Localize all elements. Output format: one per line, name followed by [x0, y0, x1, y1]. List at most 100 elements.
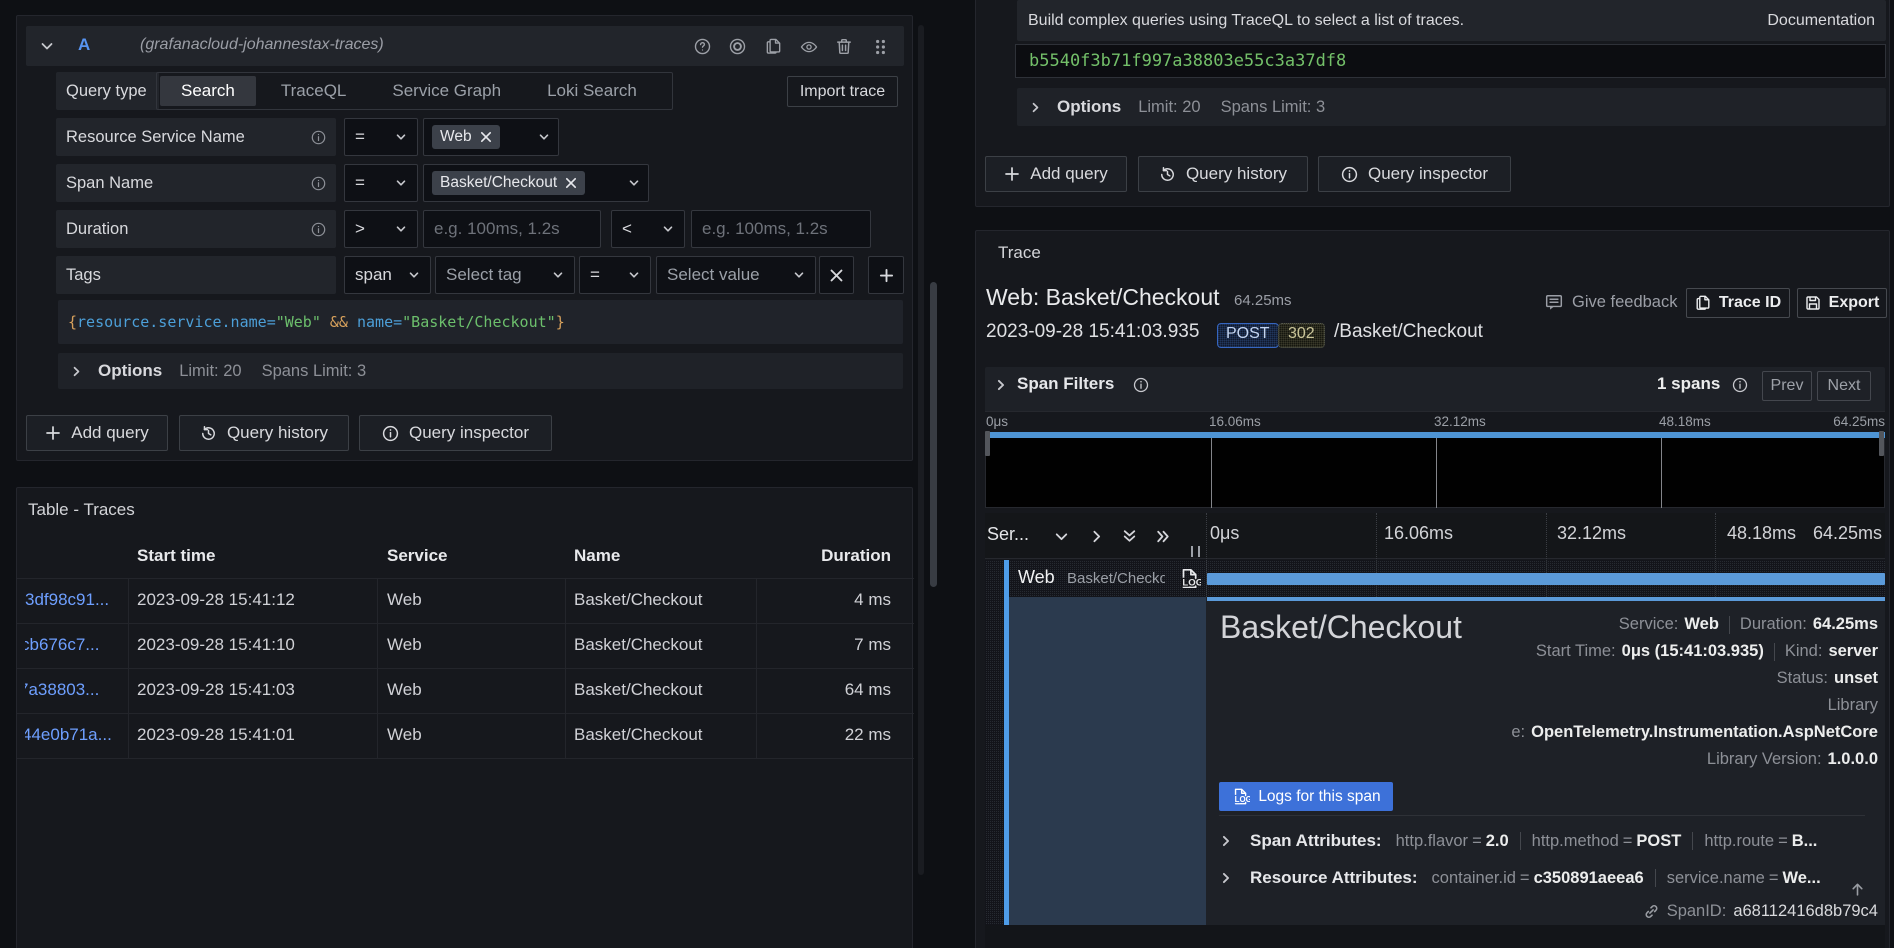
add-query-button[interactable]: Add query — [985, 156, 1127, 192]
query-inspector-button[interactable]: Query inspector — [1318, 156, 1511, 192]
give-feedback-link[interactable]: Give feedback — [1545, 293, 1677, 312]
duration-max-input[interactable]: e.g. 100ms, 1.2s — [691, 210, 871, 248]
remove-value-icon[interactable] — [565, 177, 577, 189]
plus-icon — [1004, 166, 1020, 182]
tab-service-graph[interactable]: Service Graph — [371, 76, 522, 106]
info-icon[interactable] — [1732, 377, 1748, 393]
query-ref-id[interactable]: A — [78, 35, 90, 55]
tag-op-select[interactable]: = — [579, 256, 651, 294]
trace-id-button[interactable]: Trace ID — [1686, 288, 1790, 318]
left-pane-scrollbar-track[interactable] — [918, 25, 924, 875]
table-row[interactable]: 44e0b71a... 2023-09-28 15:41:01 Web Bask… — [17, 714, 914, 759]
tag-value-select[interactable]: Select value — [656, 256, 816, 294]
span-attributes-row[interactable]: Span Attributes: http.flavor=2.0 http.me… — [1219, 829, 1877, 853]
table-row[interactable]: cb676c7... 2023-09-28 15:41:10 Web Baske… — [17, 624, 914, 669]
minimap-left-handle[interactable] — [985, 431, 990, 456]
table-row[interactable]: 7a38803... 2023-09-28 15:41:03 Web Baske… — [17, 669, 914, 714]
chevron-right-icon — [1219, 834, 1233, 848]
timeline-minimap[interactable]: 0μs 16.06ms 32.12ms 48.18ms 64.25ms — [985, 412, 1885, 509]
chevron-down-icon[interactable] — [1053, 528, 1070, 545]
help-icon[interactable] — [694, 38, 711, 55]
cell-name: Basket/Checkout — [574, 725, 703, 745]
span-logs-icon[interactable]: LOG — [1178, 567, 1201, 590]
span-row[interactable]: Web Basket/Checkout LOG — [985, 560, 1885, 597]
span-filters-bar[interactable]: Span Filters 1 spans Prev Next — [985, 367, 1885, 411]
service-operation-column-header[interactable]: Ser... — [987, 524, 1029, 545]
cell-name: Basket/Checkout — [574, 635, 703, 655]
trace-id-link[interactable]: cb676c7... — [25, 635, 128, 655]
span-name-value-select[interactable]: Basket/Checkout — [423, 164, 649, 202]
minimap-canvas[interactable] — [985, 438, 1885, 508]
export-button[interactable]: Export — [1797, 288, 1887, 318]
value-pill[interactable]: Web — [432, 125, 500, 149]
tag-scope-select[interactable]: span — [344, 256, 431, 294]
import-trace-button[interactable]: Import trace — [787, 76, 898, 107]
query-history-button[interactable]: Query history — [179, 415, 349, 451]
overview-value: server — [1828, 642, 1878, 661]
prev-span-button[interactable]: Prev — [1762, 371, 1812, 401]
trace-panel-title[interactable]: Trace — [998, 243, 1041, 263]
drag-query-grip-icon[interactable] — [872, 38, 889, 56]
scroll-to-top-icon[interactable] — [1850, 882, 1865, 897]
traceql-editor-value[interactable]: b5540f3b71f997a38803e55c3a37df8 — [1029, 51, 1346, 71]
info-icon[interactable] — [311, 176, 326, 191]
minimap-right-handle[interactable] — [1879, 431, 1884, 456]
hide-response-eye-icon[interactable] — [800, 39, 818, 55]
remove-value-icon[interactable] — [480, 131, 492, 143]
duration-gt-op-select[interactable]: > — [344, 210, 418, 248]
tab-traceql[interactable]: TraceQL — [260, 76, 368, 106]
trace-heading: Web: Basket/Checkout — [986, 284, 1220, 311]
logs-for-span-button[interactable]: LOG Logs for this span — [1219, 782, 1393, 811]
query-inspector-button[interactable]: Query inspector — [359, 415, 552, 451]
tab-search[interactable]: Search — [160, 76, 256, 106]
options-collapse[interactable]: Options Limit: 20 Spans Limit: 3 — [58, 353, 903, 389]
resource-service-op-select[interactable]: = — [344, 118, 418, 156]
info-icon[interactable] — [311, 222, 326, 237]
query-history-button[interactable]: Query history — [1138, 156, 1308, 192]
span-duration-bar[interactable] — [1207, 573, 1885, 585]
expand-all-icon[interactable] — [1155, 528, 1172, 545]
link-icon[interactable] — [1643, 903, 1660, 920]
column-header-name[interactable]: Name — [574, 546, 620, 566]
overview-line: Library Version: 1.0.0.0 — [1398, 746, 1878, 773]
collapse-all-icon[interactable] — [1121, 528, 1138, 545]
collapse-chevron-icon[interactable] — [39, 38, 55, 54]
resource-attributes-row[interactable]: Resource Attributes: container.id=c35089… — [1219, 866, 1877, 890]
add-tag-button[interactable] — [868, 256, 904, 294]
column-header-start-time[interactable]: Start time — [137, 546, 215, 566]
record-circle-icon[interactable] — [729, 38, 746, 55]
column-header-service[interactable]: Service — [387, 546, 448, 566]
resource-service-value-select[interactable]: Web — [423, 118, 559, 156]
items-k-text: service.name — [1667, 869, 1765, 887]
info-icon[interactable] — [311, 130, 326, 145]
span-name-op-select[interactable]: = — [344, 164, 418, 202]
copy-query-icon[interactable] — [765, 38, 782, 55]
add-query-button[interactable]: Add query — [26, 415, 168, 451]
tag-name-select[interactable]: Select tag — [435, 256, 575, 294]
info-icon[interactable] — [1133, 377, 1149, 393]
attribute-item: http.flavor=2.0 — [1396, 832, 1509, 851]
documentation-link[interactable]: Documentation — [1767, 12, 1875, 30]
remove-query-trash-icon[interactable] — [836, 38, 852, 55]
pane-resize-handle[interactable] — [930, 282, 937, 587]
detail-span-bar-mini — [1207, 597, 1885, 601]
table-row[interactable]: 3df98c91... 2023-09-28 15:41:12 Web Bask… — [17, 579, 914, 624]
trace-id-link[interactable]: 3df98c91... — [25, 590, 128, 610]
grid-line — [1715, 513, 1716, 559]
query-header[interactable]: A (grafanacloud-johannestax-traces) — [26, 26, 904, 66]
duration-lt-op-select[interactable]: < — [611, 210, 685, 248]
value-pill[interactable]: Basket/Checkout — [432, 171, 585, 195]
traceql-editor[interactable]: b5540f3b71f997a38803e55c3a37df8 — [1015, 44, 1886, 78]
column-header-duration[interactable]: Duration — [757, 546, 891, 566]
tab-loki-search[interactable]: Loki Search — [526, 76, 658, 106]
duration-min-input[interactable]: e.g. 100ms, 1.2s — [423, 210, 601, 248]
options-collapse[interactable]: Options Limit: 20 Spans Limit: 3 — [1017, 88, 1886, 126]
trace-id-link[interactable]: 44e0b71a... — [25, 725, 128, 745]
next-span-button[interactable]: Next — [1817, 371, 1871, 401]
column-resize-grip[interactable] — [1191, 546, 1200, 557]
ruler-tick-label: 0μs — [1210, 523, 1239, 544]
remove-tag-button[interactable] — [819, 256, 854, 294]
table-panel-title[interactable]: Table - Traces — [28, 500, 135, 520]
chevron-right-icon[interactable] — [1088, 528, 1105, 545]
trace-id-link[interactable]: 7a38803... — [25, 680, 128, 700]
